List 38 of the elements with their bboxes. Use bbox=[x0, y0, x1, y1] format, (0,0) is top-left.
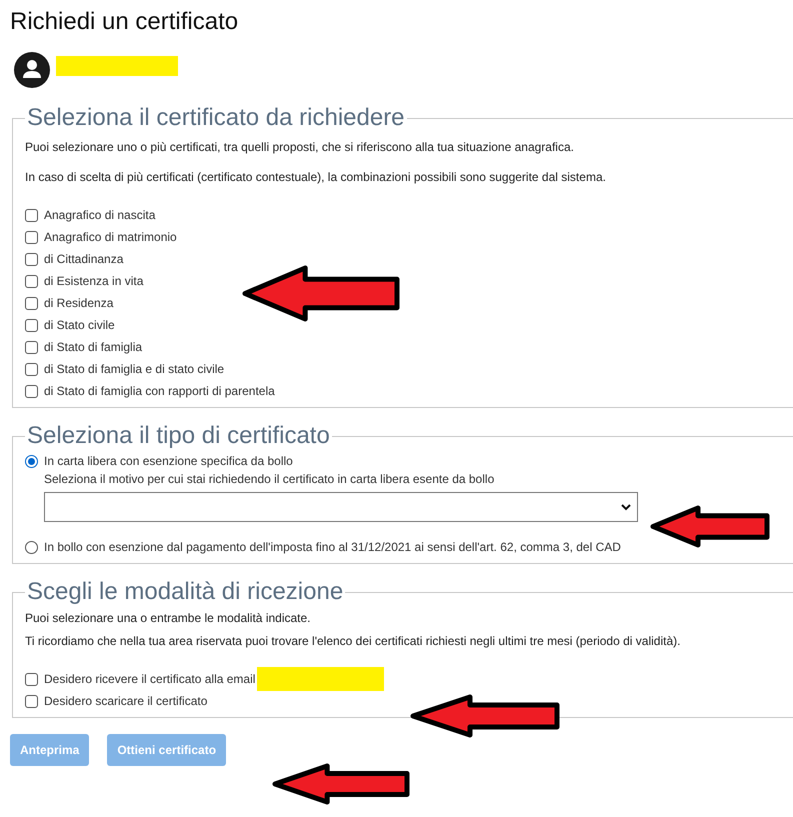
checkbox[interactable] bbox=[25, 384, 38, 398]
checkbox[interactable] bbox=[25, 252, 38, 266]
checkbox[interactable] bbox=[25, 318, 38, 332]
section-heading: Scegli le modalità di ricezione bbox=[26, 578, 344, 606]
checkbox[interactable] bbox=[25, 208, 38, 222]
option-label: di Stato civile bbox=[44, 318, 115, 332]
user-avatar-icon bbox=[14, 52, 50, 88]
radio-button[interactable] bbox=[25, 454, 38, 468]
page-title: Richiedi un certificato bbox=[10, 7, 240, 37]
field-label: Seleziona il motivo per cui stai richiedendo il certificato in carta libera esente da bollo bbox=[44, 472, 496, 486]
option-label: Desidero ricevere il certificato alla email bbox=[44, 672, 256, 686]
section-heading: Seleziona il tipo di certificato bbox=[26, 422, 331, 450]
info-text: In caso di scelta di più certificati (certificato contestuale), la combinazioni possibili sono suggerite dal sistema. bbox=[25, 170, 607, 184]
checkbox[interactable] bbox=[25, 296, 38, 310]
checkbox[interactable] bbox=[25, 274, 38, 288]
checkbox[interactable] bbox=[25, 340, 38, 354]
option-label: Desidero scaricare il certificato bbox=[44, 694, 208, 708]
chevron-down-icon bbox=[621, 504, 631, 510]
section-heading: Seleziona il certificato da richiedere bbox=[26, 104, 406, 132]
option-label: di Residenza bbox=[44, 296, 114, 310]
option-label: di Stato di famiglia e di stato civile bbox=[44, 362, 224, 376]
checkbox[interactable] bbox=[25, 230, 38, 244]
checkbox[interactable] bbox=[25, 672, 38, 686]
checkbox[interactable] bbox=[25, 362, 38, 376]
option-label: In bollo con esenzione dal pagamento dell'imposta fino al 31/12/2021 ai sensi dell'art. 62, comma 3, del CAD bbox=[44, 540, 621, 554]
option-label: di Stato di famiglia bbox=[44, 340, 142, 354]
checkbox[interactable] bbox=[25, 694, 38, 708]
dropdown-field[interactable] bbox=[44, 492, 638, 522]
option-label: In carta libera con esenzione specifica da bollo bbox=[44, 454, 293, 468]
option-label: di Cittadinanza bbox=[44, 252, 124, 266]
option-label: Anagrafico di nascita bbox=[44, 208, 156, 222]
option-label: di Esistenza in vita bbox=[44, 274, 144, 288]
option-label: di Stato di famiglia con rapporti di parentela bbox=[44, 384, 275, 398]
radio-button[interactable] bbox=[25, 540, 38, 554]
info-text: Ti ricordiamo che nella tua area riservata puoi trovare l'elenco dei certificati richiesti negli ultimi tre mesi (periodo di validità). bbox=[25, 634, 682, 648]
option-label: Anagrafico di matrimonio bbox=[44, 230, 177, 244]
info-text: Puoi selezionare uno o più certificati, tra quelli proposti, che si riferiscono alla tua situazione anagrafica. bbox=[25, 140, 575, 154]
info-text: Puoi selezionare una o entrambe le modalità indicate. bbox=[25, 611, 312, 625]
